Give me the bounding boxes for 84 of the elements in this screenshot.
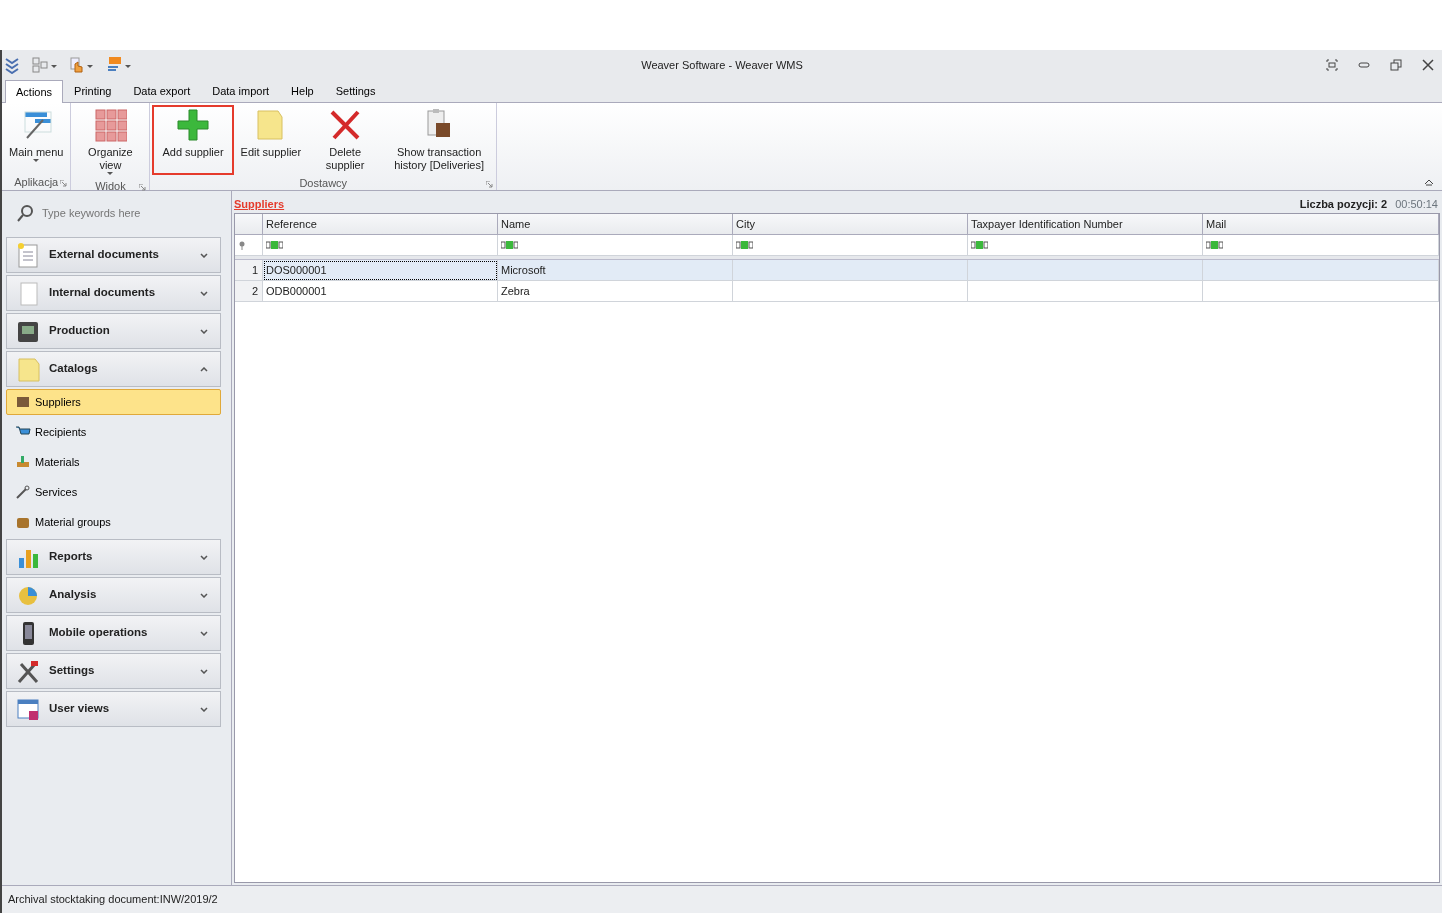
wrench-icon bbox=[15, 484, 31, 500]
column-header[interactable]: Reference bbox=[263, 214, 498, 235]
table-cell: ODB000001 bbox=[263, 281, 498, 302]
caret-icon bbox=[33, 159, 40, 162]
collapse-icon bbox=[200, 366, 208, 372]
column-header[interactable]: Name bbox=[498, 214, 733, 235]
expand-icon bbox=[200, 252, 208, 258]
sidebar-item[interactable]: Material groups bbox=[6, 509, 221, 535]
group-label: Widok bbox=[95, 180, 126, 192]
ribbon-tab[interactable]: Data import bbox=[201, 78, 281, 102]
grid-title[interactable]: Suppliers bbox=[234, 195, 285, 213]
header-corner bbox=[235, 214, 263, 235]
group-label: Aplikacja bbox=[14, 176, 59, 188]
tools-icon bbox=[15, 658, 41, 684]
ribbon-tab[interactable]: Data export bbox=[122, 78, 202, 102]
group-label: Dostawcy bbox=[299, 177, 348, 189]
search-icon bbox=[16, 204, 34, 222]
minimize-icon[interactable] bbox=[1358, 59, 1370, 71]
pin-icon bbox=[238, 240, 246, 250]
expand-icon bbox=[200, 290, 208, 296]
ribbon-button[interactable]: Main menu bbox=[4, 105, 69, 174]
window-title: Weaver Software - Weaver WMS bbox=[641, 57, 803, 73]
fullscreen-icon[interactable] bbox=[1326, 59, 1338, 71]
filter-text-icon[interactable] bbox=[971, 241, 988, 249]
expand-icon bbox=[200, 328, 208, 334]
hand-icon[interactable] bbox=[68, 56, 94, 74]
window-icon bbox=[15, 696, 41, 722]
sidebar-group[interactable]: Settings bbox=[6, 653, 221, 689]
filter-text-icon[interactable] bbox=[266, 241, 283, 249]
sidebar-item[interactable]: Services bbox=[6, 479, 221, 505]
ribbon-tab[interactable]: Actions bbox=[5, 79, 64, 103]
time-label: 00:50:14 bbox=[1395, 196, 1438, 212]
ribbon-tab[interactable]: Settings bbox=[324, 78, 387, 102]
column-header[interactable]: Mail bbox=[1203, 214, 1439, 235]
sidebar-group[interactable]: Reports bbox=[6, 539, 221, 575]
filter-text-icon[interactable] bbox=[736, 241, 753, 249]
ribbon-button[interactable]: Edit supplier bbox=[235, 105, 307, 175]
caret-icon bbox=[107, 172, 114, 175]
sidebar-group[interactable]: Mobile operations bbox=[6, 615, 221, 651]
ribbon-tab[interactable]: Help bbox=[280, 78, 325, 102]
filter-text-icon[interactable] bbox=[501, 241, 518, 249]
table-cell: DOS000001 bbox=[263, 260, 498, 281]
close-icon[interactable] bbox=[1422, 59, 1434, 71]
box-icon bbox=[15, 394, 31, 410]
document-icon bbox=[15, 242, 41, 268]
sidebar-item[interactable]: Recipients bbox=[6, 419, 221, 445]
ribbon-button[interactable]: Show transaction history [Deliveries] bbox=[384, 105, 495, 175]
layout-icon[interactable] bbox=[32, 56, 58, 74]
launcher-icon[interactable] bbox=[139, 184, 147, 191]
materials-icon bbox=[15, 454, 31, 470]
ribbon-button[interactable]: Add supplier bbox=[152, 105, 234, 175]
filter-text-icon[interactable] bbox=[1206, 241, 1223, 249]
table-cell: Zebra bbox=[498, 281, 733, 302]
sidebar-item[interactable]: Suppliers bbox=[6, 389, 221, 415]
search-field[interactable]: Type keywords here bbox=[40, 203, 210, 223]
expand-icon bbox=[200, 554, 208, 560]
column-header[interactable]: Taxpayer Identification Number bbox=[968, 214, 1203, 235]
tiles-icon bbox=[93, 108, 128, 142]
launcher-icon[interactable] bbox=[486, 181, 494, 188]
sidebar-item[interactable]: Materials bbox=[6, 449, 221, 475]
row-number: 1 bbox=[235, 260, 263, 281]
ribbon-button[interactable]: Organize view bbox=[73, 105, 148, 178]
record-count: Liczba pozycji: 2 bbox=[1299, 196, 1388, 212]
expand-icon bbox=[200, 668, 208, 674]
sidebar-group[interactable]: Production bbox=[6, 313, 221, 349]
sidebar-group[interactable]: Internal documents bbox=[6, 275, 221, 311]
ribbon-tab[interactable]: Printing bbox=[63, 78, 123, 102]
sidebar-group[interactable]: Analysis bbox=[6, 577, 221, 613]
table-cell: Microsoft bbox=[498, 260, 733, 281]
row-number: 2 bbox=[235, 281, 263, 302]
launcher-icon[interactable] bbox=[60, 180, 68, 187]
restore-icon[interactable] bbox=[1390, 59, 1402, 71]
column-header[interactable]: City bbox=[733, 214, 968, 235]
status-text: Archival stocktaking document:INW/2019/2 bbox=[8, 892, 218, 908]
expand-icon bbox=[200, 706, 208, 712]
folder-icon bbox=[15, 356, 41, 382]
plus-icon bbox=[176, 108, 210, 142]
sidebar-group[interactable]: External documents bbox=[6, 237, 221, 273]
expand-icon bbox=[200, 592, 208, 598]
expand-icon bbox=[200, 630, 208, 636]
collapse-ribbon-icon[interactable] bbox=[1424, 178, 1434, 186]
ribbon-button[interactable]: Delete supplier bbox=[308, 105, 383, 175]
sidebar-group[interactable]: Catalogs bbox=[6, 351, 221, 387]
sidebar-group[interactable]: User views bbox=[6, 691, 221, 727]
